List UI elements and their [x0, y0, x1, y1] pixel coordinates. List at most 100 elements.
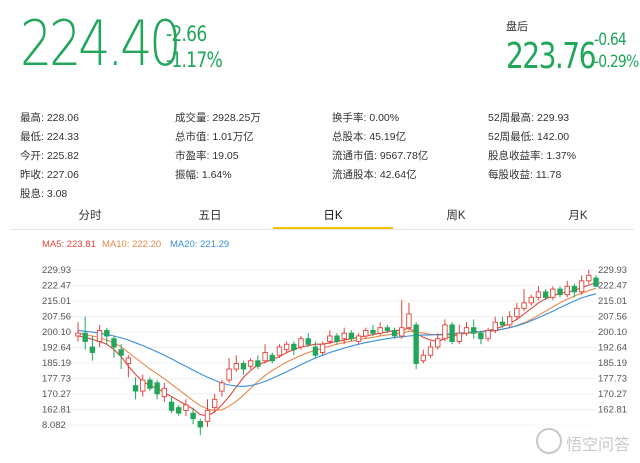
- stat-52wk-high: 52周最高: 229.93: [488, 112, 570, 124]
- candle-body-up: [485, 329, 491, 340]
- y-tick-right: 222.47: [598, 281, 627, 292]
- stat-high: 最高: 228.06: [20, 112, 79, 124]
- tab-intraday[interactable]: 分时: [30, 206, 150, 230]
- stat-float-shares: 流通股本: 42.64亿: [332, 169, 417, 181]
- candle-body-up: [456, 332, 462, 342]
- candle-body-up: [319, 343, 326, 353]
- candle-body-down: [348, 332, 355, 340]
- candle-body-down: [384, 327, 391, 331]
- stat-pe: 市盈率: 19.05: [175, 150, 239, 162]
- stat-low: 最低: 224.33: [20, 131, 79, 143]
- tab-daily-k[interactable]: 日K: [273, 206, 393, 230]
- candle-body-up: [125, 357, 132, 364]
- candle: [111, 335, 117, 359]
- ma10-legend: MA10: 222.20: [102, 239, 162, 250]
- candle: [161, 382, 168, 403]
- after-hours-price: 223.76: [506, 36, 596, 77]
- candle: [442, 319, 448, 342]
- stat-float-mcap: 流通市值: 9567.78亿: [332, 150, 429, 162]
- candle-body-up: [514, 307, 520, 318]
- candle-body-up: [226, 368, 232, 381]
- candle-body-down: [240, 363, 247, 370]
- y-tick-left: 215.01: [42, 296, 71, 307]
- candle: [176, 404, 182, 416]
- ma20-legend: MA20: 221.29: [170, 239, 230, 250]
- y-tick-right: 229.93: [598, 265, 627, 276]
- candle: [140, 374, 146, 397]
- candle-body-down: [269, 354, 275, 362]
- stat-volume: 成交量: 2928.25万: [175, 112, 261, 124]
- candle-body-down: [499, 321, 506, 326]
- candle-body-up: [233, 363, 239, 370]
- candle-body-up: [377, 327, 383, 334]
- candle-body-up: [212, 398, 218, 409]
- candle-body-up: [399, 327, 405, 337]
- y-tick-left: 222.47: [42, 281, 71, 292]
- tab-label: 日K: [323, 210, 343, 222]
- candle-body-up: [550, 288, 556, 298]
- candle-body-down: [312, 346, 319, 356]
- candle: [355, 333, 362, 345]
- candle: [226, 358, 232, 383]
- candle: [399, 300, 405, 339]
- candle: [550, 286, 556, 301]
- y-tick-left: 170.27: [42, 389, 71, 400]
- candle-body-up: [521, 302, 527, 309]
- candle-body-up: [96, 329, 103, 342]
- candle-body-up: [427, 346, 434, 356]
- y-tick-right: 185.19: [598, 358, 627, 369]
- candle: [514, 302, 520, 320]
- candle-body-down: [478, 332, 484, 340]
- after-hours-change: -0.64: [594, 30, 627, 50]
- candle: [586, 269, 592, 284]
- candle-body-down: [197, 420, 203, 428]
- candle-body-down: [255, 360, 261, 367]
- candle-body-up: [586, 274, 592, 282]
- candle-body-up: [262, 352, 268, 362]
- candle: [269, 352, 275, 364]
- tab-label: 分时: [78, 210, 102, 222]
- candle: [204, 399, 211, 427]
- candle: [420, 349, 427, 364]
- candle-body-up: [564, 285, 570, 296]
- tab-monthly-k[interactable]: 月K: [518, 206, 638, 230]
- candle: [233, 355, 239, 372]
- ma5-line: [77, 282, 597, 417]
- candle-body-down: [413, 324, 419, 364]
- candle-body-up: [75, 332, 81, 337]
- y-tick-right: 170.27: [598, 389, 627, 400]
- after-hours-change-percent: -0.29%: [594, 52, 639, 72]
- y-tick-left: 162.81: [42, 405, 71, 416]
- candle-body-up: [406, 313, 412, 329]
- candle-body-down: [571, 285, 578, 293]
- candle-body-down: [370, 329, 376, 334]
- candle: [291, 341, 297, 356]
- candle: [183, 399, 189, 416]
- y-tick-left: 8.082: [42, 420, 66, 431]
- candle: [363, 327, 369, 339]
- candle-body-down: [471, 327, 477, 334]
- chart-period-tabs: 分时 五日 日K 周K 月K: [0, 206, 640, 230]
- stat-prev-close: 昨收: 227.06: [20, 169, 79, 181]
- candle: [406, 302, 412, 331]
- watermark: 悟空问答: [532, 422, 636, 460]
- tab-weekly-k[interactable]: 周K: [396, 206, 516, 230]
- price-change-percent: -1.17%: [166, 48, 223, 72]
- candle-body-up: [327, 335, 333, 342]
- candle: [132, 377, 139, 400]
- candle: [247, 358, 254, 370]
- candle-body-down: [291, 343, 297, 351]
- y-tick-left: 229.93: [42, 265, 71, 276]
- candle-body-up: [528, 296, 534, 304]
- tab-five-day[interactable]: 五日: [150, 206, 270, 230]
- candle-body-down: [176, 407, 182, 414]
- candle-body-down: [154, 382, 160, 395]
- candle-body-up: [283, 343, 290, 351]
- candle: [535, 286, 542, 301]
- candle-body-up: [183, 404, 189, 411]
- candle: [593, 275, 599, 287]
- candle-body-down: [593, 277, 599, 287]
- candle-body-down: [104, 329, 110, 337]
- y-tick-right: 162.81: [598, 405, 627, 416]
- candle: [557, 286, 563, 298]
